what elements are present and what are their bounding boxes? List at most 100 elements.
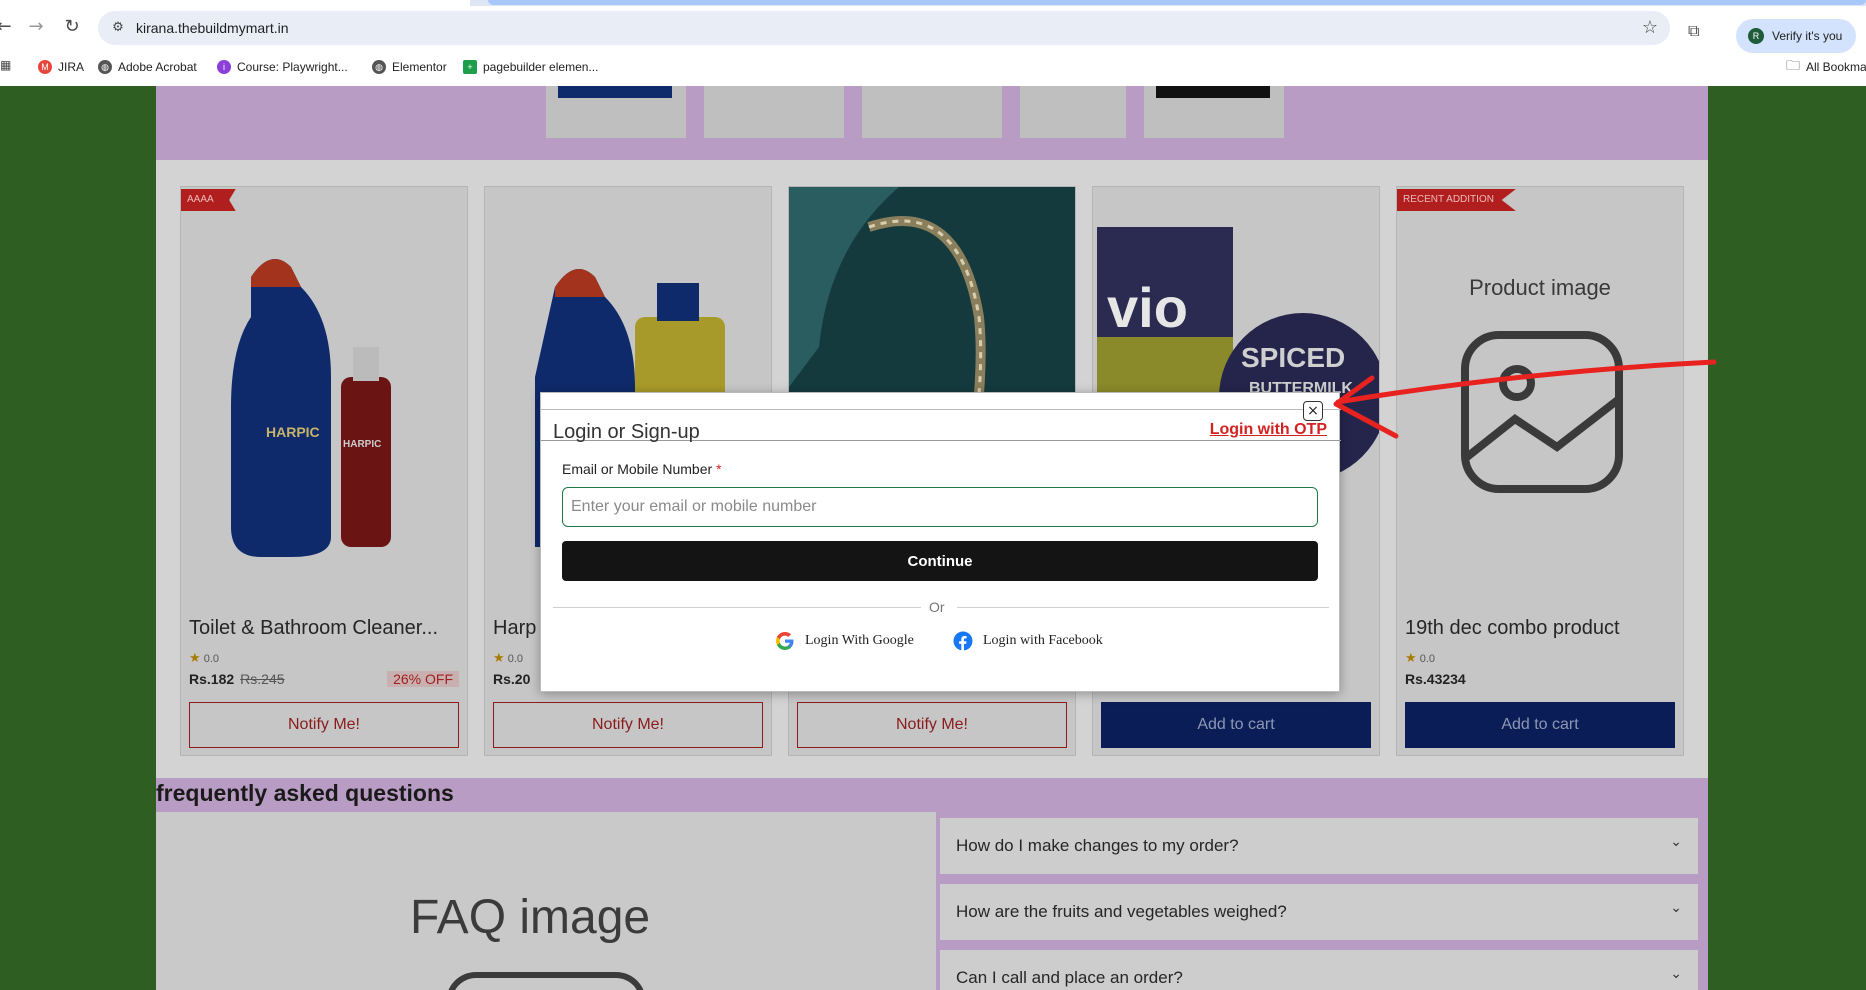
- continue-button[interactable]: Continue: [562, 541, 1318, 581]
- active-tab[interactable]: [0, 0, 470, 6]
- back-icon[interactable]: ←: [0, 15, 16, 39]
- star-icon: ★: [1405, 650, 1417, 665]
- login-with-facebook-button[interactable]: Login with Facebook: [953, 631, 1103, 651]
- divider: [553, 607, 921, 608]
- product-title[interactable]: Toilet & Bathroom Cleaner...: [189, 617, 461, 640]
- login-with-google-button[interactable]: Login With Google: [775, 631, 914, 651]
- url-text[interactable]: kirana.thebuildmymart.in: [136, 20, 289, 36]
- category-tile[interactable]: [704, 86, 844, 138]
- email-or-mobile-input[interactable]: [562, 487, 1318, 527]
- faq-item[interactable]: Can I call and place an order? ⌄: [940, 950, 1698, 990]
- address-bar[interactable]: ⚙ kirana.thebuildmymart.in ☆: [98, 11, 1670, 45]
- notify-me-button[interactable]: Notify Me!: [797, 702, 1067, 748]
- bookmark-label: Elementor: [392, 60, 447, 74]
- category-band: [156, 86, 1708, 160]
- faq-question: How are the fruits and vegetables weighe…: [956, 902, 1287, 921]
- product-ribbon: AAAA: [181, 189, 236, 211]
- divider: [957, 607, 1329, 608]
- bookmark-label: pagebuilder elemen...: [483, 60, 599, 74]
- product-rating: ★ 0.0: [1405, 650, 1436, 665]
- bookmark-label: JIRA: [58, 60, 85, 74]
- svg-text:vio: vio: [1107, 276, 1188, 339]
- faq-question: How do I make changes to my order?: [956, 836, 1239, 855]
- faq-question: Can I call and place an order?: [956, 968, 1183, 987]
- google-label: Login With Google: [805, 633, 914, 648]
- faq-image-placeholder: FAQ image: [410, 891, 651, 944]
- site-info-icon[interactable]: ⚙: [108, 18, 128, 38]
- gmail-icon: M: [38, 60, 52, 74]
- tab-strip: [0, 0, 1866, 6]
- product-price: Rs.20: [493, 671, 531, 687]
- facebook-icon: [953, 631, 973, 651]
- add-to-cart-button[interactable]: Add to cart: [1405, 702, 1675, 748]
- image-placeholder-icon: [446, 972, 646, 990]
- svg-text:HARPIC: HARPIC: [343, 439, 381, 450]
- product-title[interactable]: 19th dec combo product: [1405, 617, 1677, 640]
- bookmark-label: Adobe Acrobat: [118, 60, 197, 74]
- tab-group[interactable]: [488, 0, 1866, 5]
- toolbar: ← → ↻ ⚙ kirana.thebuildmymart.in ☆ ⧉ R V…: [0, 8, 1866, 53]
- course-icon: i: [217, 60, 231, 74]
- close-button[interactable]: ×: [1303, 401, 1323, 421]
- bookmark-star-icon[interactable]: ☆: [1642, 17, 1658, 38]
- faq-item[interactable]: How do I make changes to my order? ⌄: [940, 818, 1698, 874]
- notify-me-button[interactable]: Notify Me!: [493, 702, 763, 748]
- folder-icon: 🗀: [1786, 57, 1800, 73]
- bookmark-course[interactable]: i Course: Playwright...: [217, 58, 348, 76]
- facebook-label: Login with Facebook: [983, 633, 1103, 648]
- product-rating: ★ 0.0: [493, 650, 524, 665]
- globe-icon: ◍: [98, 60, 112, 74]
- google-icon: [776, 632, 794, 650]
- product-image[interactable]: Product image: [1397, 187, 1683, 607]
- modal-title: Login or Sign-up: [553, 421, 700, 443]
- category-tile[interactable]: [862, 86, 1002, 138]
- discount-badge: 26% OFF: [387, 671, 459, 687]
- category-tile[interactable]: [546, 86, 686, 138]
- chevron-down-icon: ⌄: [1670, 900, 1682, 916]
- product-card[interactable]: Product image RECENT ADDITION 19th dec c…: [1396, 186, 1684, 756]
- forward-icon[interactable]: →: [24, 15, 48, 39]
- product-card[interactable]: HARPIC HARPIC AAAA Toilet & Bathroom Cle…: [180, 186, 468, 756]
- bookmark-jira[interactable]: M JIRA: [38, 58, 84, 76]
- faq-image: FAQ image: [156, 812, 936, 990]
- image-placeholder-icon: [1461, 331, 1623, 493]
- product-price: Rs.182 Rs.245: [189, 671, 285, 687]
- product-ribbon: RECENT ADDITION: [1397, 189, 1516, 211]
- login-with-otp-link[interactable]: Login with OTP: [1210, 421, 1327, 439]
- email-field-label: Email or Mobile Number *: [562, 461, 722, 477]
- product-price: Rs.43234: [1405, 671, 1466, 687]
- verify-profile-button[interactable]: R Verify it's you: [1736, 19, 1856, 53]
- bookmarks-bar: M JIRA ◍ Adobe Acrobat i Course: Playwri…: [0, 52, 1866, 82]
- browser-chrome: ← → ↻ ⚙ kirana.thebuildmymart.in ☆ ⧉ R V…: [0, 0, 1866, 86]
- svg-text:HARPIC: HARPIC: [266, 424, 320, 440]
- chevron-down-icon: ⌄: [1670, 966, 1682, 982]
- login-modal: × Login or Sign-up Login with OTP Email …: [540, 392, 1341, 692]
- product-image[interactable]: HARPIC HARPIC: [181, 187, 467, 607]
- category-tile[interactable]: [1144, 86, 1284, 138]
- faq-item[interactable]: How are the fruits and vegetables weighe…: [940, 884, 1698, 940]
- extensions-icon[interactable]: ⧉: [1688, 21, 1710, 43]
- globe-icon: ◍: [372, 60, 386, 74]
- product-image-placeholder: Product image: [1469, 275, 1611, 300]
- star-icon: ★: [493, 650, 505, 665]
- star-icon: ★: [189, 650, 201, 665]
- reload-icon[interactable]: ↻: [60, 15, 84, 39]
- category-tile[interactable]: [1020, 86, 1126, 138]
- avatar: R: [1748, 28, 1764, 44]
- bookmark-elementor[interactable]: ◍ Elementor: [372, 58, 447, 76]
- product-rating: ★ 0.0: [189, 650, 220, 665]
- faq-title: frequently asked questions: [156, 780, 454, 806]
- bookmark-label: Course: Playwright...: [237, 60, 348, 74]
- bookmark-pagebuilder[interactable]: + pagebuilder elemen...: [463, 58, 598, 76]
- svg-text:SPICED: SPICED: [1241, 342, 1345, 373]
- old-price: Rs.245: [240, 671, 285, 687]
- all-bookmarks[interactable]: 🗀 All Bookma: [1786, 57, 1866, 76]
- all-bookmarks-label: All Bookma: [1806, 60, 1866, 74]
- notify-me-button[interactable]: Notify Me!: [189, 702, 459, 748]
- required-mark: *: [716, 461, 722, 477]
- chevron-down-icon: ⌄: [1670, 834, 1682, 850]
- or-separator: Or: [929, 599, 945, 615]
- add-to-cart-button[interactable]: Add to cart: [1101, 702, 1371, 748]
- bookmark-adobe[interactable]: ◍ Adobe Acrobat: [98, 58, 197, 76]
- sheets-icon: +: [463, 60, 477, 74]
